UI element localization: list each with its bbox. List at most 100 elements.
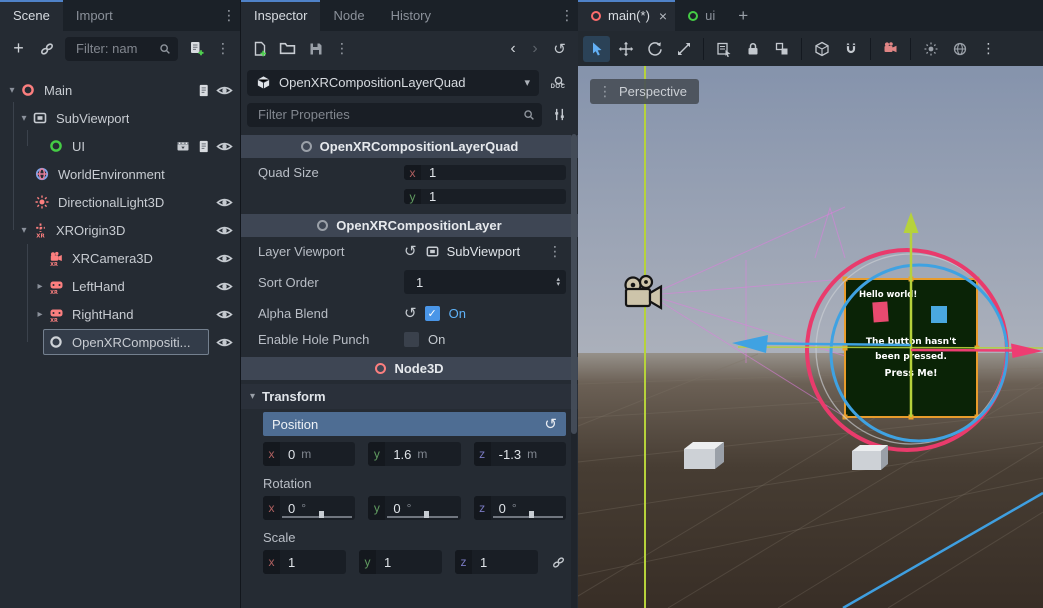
move-tool-button[interactable] [612,36,639,62]
tree-row-xrcamera3d[interactable]: XR XRCamera3D [0,244,240,272]
visibility-eye-icon[interactable] [214,248,235,269]
scale-z-field[interactable]: z 1 [455,550,538,574]
rotation-x-slider[interactable] [282,516,352,518]
new-resource-button[interactable] [247,36,272,61]
tree-row-directionallight3d[interactable]: DirectionalLight3D [0,188,240,216]
visibility-eye-icon[interactable] [214,276,235,297]
tree-row-righthand[interactable]: ▸ XR RightHand [0,300,240,328]
tree-row-subviewport[interactable]: ▾ SubViewport [0,104,240,132]
rotation-z-field[interactable]: z 0 ° [474,496,566,520]
rotation-y-field[interactable]: y 0 ° [368,496,460,520]
category-openxrcompositionlayerquad[interactable]: OpenXRCompositionLayerQuad [241,135,578,158]
rotation-z-slider[interactable] [493,516,563,518]
visibility-eye-icon[interactable] [214,192,235,213]
save-resource-button[interactable] [303,36,328,61]
lock-button[interactable] [739,36,766,62]
scene-tab-main[interactable]: main(*) × [578,0,675,31]
tree-row-main[interactable]: ▾ Main [0,76,240,104]
object-selector[interactable]: OpenXRCompositionLayerQuad ▾ [247,70,539,96]
quad-size-x-field[interactable]: x 1 [404,165,566,180]
collapse-open-icon[interactable]: ▾ [16,225,32,236]
close-icon[interactable]: × [659,8,667,24]
perspective-menu-button[interactable]: ⋮ Perspective [590,79,699,104]
tree-row-openxrcompositionlayerquad[interactable]: OpenXRCompositi... [0,328,240,356]
scale-y-field[interactable]: y 1 [359,550,442,574]
alpha-blend-checkbox[interactable]: ✓ [425,306,440,321]
scene-dock-menu-icon[interactable]: ⋮ [218,0,240,31]
collapse-closed-icon[interactable]: ▸ [32,281,48,292]
inspector-scrollbar[interactable] [571,134,577,608]
gizmo-x-axis[interactable] [911,350,1014,351]
preview-camera-button[interactable] [877,36,904,62]
new-scene-tab-button[interactable]: + [728,0,758,31]
visibility-eye-icon[interactable] [214,304,235,325]
layer-viewport-menu-icon[interactable]: ⋮ [544,243,566,260]
tree-row-worldenvironment[interactable]: WorldEnvironment [0,160,240,188]
history-back-button[interactable]: ‹ [503,40,523,58]
script-icon[interactable] [193,136,214,157]
cube-mesh-left[interactable] [684,442,724,469]
visibility-eye-icon[interactable] [214,332,235,353]
category-openxrcompositionlayer[interactable]: OpenXRCompositionLayer [241,214,578,237]
scale-x-field[interactable]: x 1 [263,550,346,574]
spinner-icon[interactable]: ▴▾ [556,277,560,287]
viewport-menu-icon[interactable]: ⋮ [975,36,1002,62]
filter-properties-box[interactable] [247,103,542,127]
scene-filter-box[interactable] [65,37,178,61]
resource-menu-icon[interactable]: ⋮ [331,40,353,57]
collapse-closed-icon[interactable]: ▸ [32,309,48,320]
select-tool-button[interactable] [583,36,610,62]
rotation-y-slider[interactable] [387,516,457,518]
revert-icon[interactable]: ↺ [404,242,417,260]
attach-script-button[interactable] [184,36,209,61]
sun-settings-button[interactable] [917,36,944,62]
position-y-field[interactable]: y 1.6 m [368,442,460,466]
transform-section-header[interactable]: ▾ Transform [241,384,578,409]
add-node-button[interactable]: + [6,36,31,61]
load-resource-button[interactable] [275,36,300,61]
environment-settings-button[interactable] [946,36,973,62]
scale-tool-button[interactable] [670,36,697,62]
visibility-eye-icon[interactable] [214,136,235,157]
script-icon[interactable] [193,80,214,101]
quad-size-y-field[interactable]: y 1 [404,189,566,204]
tree-row-xrorigin3d[interactable]: ▾ XR XROrigin3D [0,216,240,244]
category-node3d[interactable]: Node3D [241,357,578,380]
rotation-x-field[interactable]: x 0 ° [263,496,355,520]
revert-icon[interactable]: ↺ [544,415,557,433]
visibility-eye-icon[interactable] [214,220,235,241]
visibility-eye-icon[interactable] [214,80,235,101]
tab-inspector[interactable]: Inspector [241,0,320,31]
group-button[interactable] [768,36,795,62]
object-history-button[interactable]: ↺ [547,36,572,61]
cube-mesh-right[interactable] [852,445,888,470]
tab-history[interactable]: History [378,0,444,31]
viewport-3d-canvas[interactable]: Hello world! The button hasn't been pres… [578,66,1043,608]
collapse-open-icon[interactable]: ▾ [4,85,20,96]
scene-toolbar-menu-icon[interactable]: ⋮ [212,40,234,57]
rotate-tool-button[interactable] [641,36,668,62]
property-position-header[interactable]: Position ↺ [263,412,566,436]
filter-properties-input[interactable] [256,106,522,123]
sort-order-field[interactable]: 1 ▴▾ [404,270,566,294]
snap-button[interactable] [837,36,864,62]
tree-row-lefthand[interactable]: ▸ XR LeftHand [0,272,240,300]
tree-row-ui[interactable]: UI [0,132,240,160]
gizmo-z-axis[interactable] [766,344,911,346]
property-tools-button[interactable] [547,102,572,127]
tab-import[interactable]: Import [63,0,126,31]
scene-tab-ui[interactable]: ui [675,0,728,31]
open-documentation-button[interactable]: DOC [544,70,572,96]
tab-node[interactable]: Node [320,0,377,31]
collapse-open-icon[interactable]: ▾ [16,113,32,124]
list-select-button[interactable] [710,36,737,62]
history-forward-button[interactable]: › [525,40,545,58]
tab-scene[interactable]: Scene [0,0,63,31]
local-space-button[interactable] [808,36,835,62]
scale-link-icon[interactable] [551,555,566,570]
scene-filter-input[interactable] [74,40,158,57]
layer-viewport-picker[interactable]: SubViewport [425,244,520,259]
position-z-field[interactable]: z -1.3 m [474,442,566,466]
open-instanced-scene-icon[interactable] [172,136,193,157]
instance-scene-button[interactable] [34,36,59,61]
